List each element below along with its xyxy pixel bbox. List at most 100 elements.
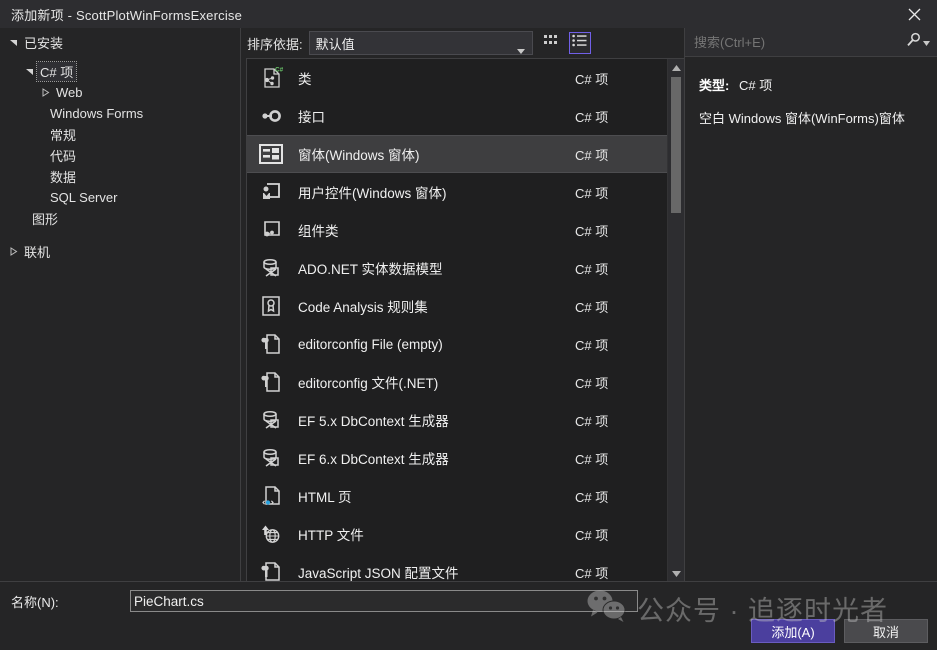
http-file-icon: [256, 519, 286, 549]
sidebar-item-online[interactable]: 联机: [0, 241, 240, 262]
footer-buttons: 添加(A) 取消: [751, 619, 928, 643]
list-item[interactable]: C# 类 C# 项: [247, 59, 667, 97]
list-item[interactable]: 组件类 C# 项: [247, 211, 667, 249]
view-mode-toggles: [541, 32, 591, 54]
list-item-kind: C# 项: [575, 375, 609, 391]
list-item-kind: C# 项: [575, 299, 609, 315]
tiles-view-button[interactable]: [541, 32, 563, 54]
list-item[interactable]: EF 5.x DbContext 生成器 C# 项: [247, 401, 667, 439]
list-item-kind: C# 项: [575, 261, 609, 277]
sort-by-dropdown[interactable]: 默认值: [308, 31, 533, 55]
scroll-up-button[interactable]: [668, 59, 684, 75]
interface-icon: [256, 101, 286, 131]
close-button[interactable]: [891, 0, 937, 28]
chevron-down-icon: [516, 41, 525, 59]
dialog-body: 已安装 C# 项 Web Windows Forms 常规 代码 数据 SQL …: [0, 28, 937, 581]
search-button[interactable]: [906, 32, 937, 52]
name-input[interactable]: [130, 590, 638, 612]
windows-form-icon: [256, 139, 286, 169]
list-item[interactable]: EF 6.x DbContext 生成器 C# 项: [247, 439, 667, 477]
list-item[interactable]: HTTP 文件 C# 项: [247, 515, 667, 553]
sidebar-item-label: 联机: [24, 245, 51, 260]
json-config-icon: [256, 557, 286, 581]
list-view-button[interactable]: [568, 32, 591, 54]
chevron-expanded-icon: [6, 38, 21, 47]
list-view-icon: [572, 34, 587, 52]
list-item[interactable]: 接口 C# 项: [247, 97, 667, 135]
list-item-name: HTML 页: [298, 490, 352, 505]
item-list-container: C# 类 C# 项 接口 C# 项 窗体(Windows 窗体) C# 项 用户…: [246, 58, 684, 581]
ruleset-icon: [256, 291, 286, 321]
list-item-name: 窗体(Windows 窗体): [298, 148, 420, 163]
sidebar-item-label: 图形: [32, 212, 59, 227]
list-item[interactable]: Code Analysis 规则集 C# 项: [247, 287, 667, 325]
list-item-name: EF 5.x DbContext 生成器: [298, 414, 449, 429]
list-item-kind: C# 项: [575, 565, 609, 581]
search-bar: [685, 28, 937, 57]
list-item-name: ADO.NET 实体数据模型: [298, 262, 443, 277]
component-class-icon: [256, 215, 286, 245]
sidebar-header-label: 已安装: [24, 36, 64, 51]
list-item-kind: C# 项: [575, 413, 609, 429]
list-item[interactable]: editorconfig 文件(.NET) C# 项: [247, 363, 667, 401]
sidebar-item-label: Web: [56, 85, 83, 100]
sidebar-item-data[interactable]: 数据: [0, 166, 240, 187]
chevron-expanded-icon: [22, 67, 37, 76]
sidebar-item-label: SQL Server: [50, 190, 118, 205]
list-item-name: 接口: [298, 110, 325, 125]
detail-description: 空白 Windows 窗体(WinForms)窗体: [699, 111, 905, 126]
sidebar-item-windows-forms[interactable]: Windows Forms: [0, 103, 240, 124]
list-item-kind: C# 项: [575, 71, 609, 87]
list-toolbar: 排序依据: 默认值: [241, 28, 684, 58]
list-item-name: editorconfig 文件(.NET): [298, 376, 439, 391]
detail-panel: 类型: C# 项 空白 Windows 窗体(WinForms)窗体: [685, 28, 937, 581]
scrollbar-thumb[interactable]: [671, 77, 681, 213]
list-item-name: JavaScript JSON 配置文件: [298, 566, 459, 581]
database-model-icon: [256, 443, 286, 473]
detail-type-row: 类型: C# 项: [699, 75, 937, 94]
sidebar-item-label: 数据: [50, 170, 77, 185]
dialog-title: 添加新项 - ScottPlotWinFormsExercise: [11, 7, 243, 23]
list-item[interactable]: HTML 页 C# 项: [247, 477, 667, 515]
scroll-down-icon: [671, 564, 681, 582]
list-item-name: editorconfig File (empty): [298, 336, 443, 352]
list-item-name: EF 6.x DbContext 生成器: [298, 452, 449, 467]
sidebar-item-csharp[interactable]: C# 项: [0, 61, 240, 82]
cancel-button[interactable]: 取消: [844, 619, 928, 643]
sidebar-item-graphics[interactable]: 图形: [0, 208, 240, 229]
sidebar-item-web[interactable]: Web: [0, 82, 240, 103]
list-item[interactable]: editorconfig File (empty) C# 项: [247, 325, 667, 363]
sidebar-item-sql-server[interactable]: SQL Server: [0, 187, 240, 208]
sort-label: 排序依据:: [247, 36, 303, 52]
user-control-icon: [256, 177, 286, 207]
search-input[interactable]: [685, 33, 906, 51]
dialog-footer: 名称(N): 添加(A) 取消: [0, 581, 937, 650]
list-item[interactable]: 用户控件(Windows 窗体) C# 项: [247, 173, 667, 211]
list-scrollbar[interactable]: [667, 59, 684, 581]
list-item-kind: C# 项: [575, 451, 609, 467]
name-row: 名称(N):: [0, 582, 937, 616]
list-item-kind: C# 项: [575, 109, 609, 125]
sidebar-item-label: 代码: [50, 149, 77, 164]
sidebar-item-label: Windows Forms: [50, 106, 144, 121]
sidebar-header-installed[interactable]: 已安装: [0, 32, 240, 53]
list-item-kind: C# 项: [575, 147, 609, 163]
add-button[interactable]: 添加(A): [751, 619, 835, 643]
tiles-view-icon: [544, 34, 559, 53]
title-bar: 添加新项 - ScottPlotWinFormsExercise: [0, 0, 937, 28]
scroll-down-button[interactable]: [668, 565, 684, 581]
sidebar-item-label: C# 项: [35, 61, 78, 82]
detail-type-value: C# 项: [738, 78, 773, 93]
list-item-name: Code Analysis 规则集: [298, 300, 428, 315]
html-page-icon: [256, 481, 286, 511]
item-list-panel: 排序依据: 默认值 C# 类 C# 项 接口 C# 项 窗体(Windows 窗…: [241, 28, 685, 581]
list-item[interactable]: JavaScript JSON 配置文件 C# 项: [247, 553, 667, 581]
list-item-name: 用户控件(Windows 窗体): [298, 186, 447, 201]
config-file-icon: [256, 329, 286, 359]
sidebar-item-general[interactable]: 常规: [0, 124, 240, 145]
sidebar-item-code[interactable]: 代码: [0, 145, 240, 166]
config-file-icon: [256, 367, 286, 397]
list-item[interactable]: ADO.NET 实体数据模型 C# 项: [247, 249, 667, 287]
list-item-selected[interactable]: 窗体(Windows 窗体) C# 项: [247, 135, 667, 173]
